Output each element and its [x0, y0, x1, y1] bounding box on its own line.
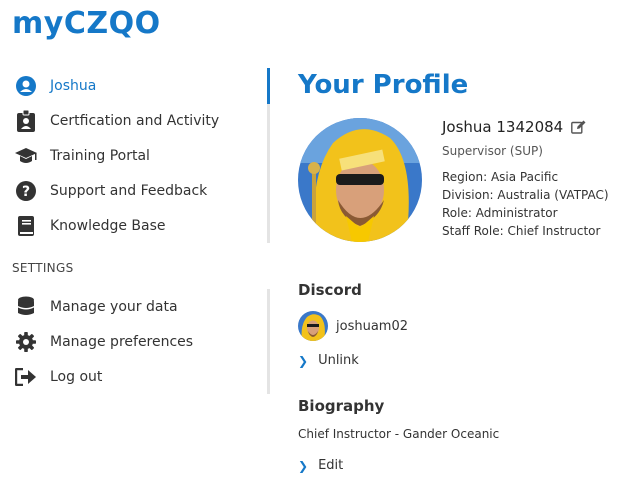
sidebar-item-manage-data[interactable]: Manage your data: [0, 289, 267, 324]
profile-division: Division: Australia (VATPAC): [442, 188, 609, 202]
sidebar-item-logout[interactable]: Log out: [0, 359, 267, 394]
active-indicator: [267, 68, 270, 104]
avatar: [298, 118, 422, 242]
svg-text:?: ?: [22, 184, 30, 200]
sidebar-item-label: Training Portal: [50, 147, 150, 164]
sidebar-item-label: Log out: [50, 368, 103, 385]
database-icon: [14, 295, 38, 319]
profile-main: Your Profile Joshua 1342084 Supervisor (…: [298, 70, 628, 473]
discord-account: joshuam02: [298, 311, 408, 341]
sign-out-icon: [14, 365, 38, 389]
biography-edit-label: Edit: [318, 458, 344, 473]
sidebar-item-label: Certfication and Activity: [50, 112, 220, 129]
edit-icon[interactable]: [571, 120, 586, 134]
sidebar-item-manage-preferences[interactable]: Manage preferences: [0, 324, 267, 359]
profile-name-line: Joshua 1342084: [442, 118, 609, 136]
cog-icon: [14, 330, 38, 354]
profile-role: Role: Administrator: [442, 206, 558, 220]
sidebar-settings-nav: Manage your data Manage preferences Log …: [0, 289, 270, 394]
sidebar-item-label: Knowledge Base: [50, 217, 166, 234]
profile-region: Region: Asia Pacific: [442, 170, 559, 184]
biography-heading: Biography: [298, 397, 385, 415]
graduation-cap-icon: [14, 144, 38, 168]
sidebar-item-training[interactable]: Training Portal: [0, 138, 267, 173]
sidebar-item-profile[interactable]: Joshua: [0, 68, 267, 103]
profile-staff-role: Staff Role: Chief Instructor: [442, 224, 601, 238]
discord-heading: Discord: [298, 281, 362, 299]
biography-edit-link[interactable]: ❯ Edit: [298, 458, 343, 473]
discord-unlink-link[interactable]: ❯ Unlink: [298, 353, 359, 368]
sidebar-item-label: Manage your data: [50, 298, 178, 315]
brand-logo[interactable]: myCZQO: [12, 6, 161, 41]
profile-name: Joshua 1342084: [442, 118, 564, 136]
user-circle-icon: [14, 74, 38, 98]
sidebar-item-label: Support and Feedback: [50, 182, 208, 199]
sidebar-item-label: Joshua: [50, 77, 97, 94]
question-circle-icon: ?: [14, 179, 38, 203]
settings-heading: SETTINGS: [12, 261, 74, 275]
id-badge-icon: [14, 109, 38, 133]
chevron-right-icon: ❯: [298, 458, 309, 473]
sidebar-item-certification[interactable]: Certfication and Activity: [0, 103, 267, 138]
book-icon: [14, 214, 38, 238]
page-title: Your Profile: [298, 70, 469, 100]
discord-unlink-label: Unlink: [318, 353, 359, 368]
biography-text: Chief Instructor - Gander Oceanic: [298, 427, 500, 441]
profile-info: Joshua 1342084 Supervisor (SUP) Region: …: [442, 118, 609, 238]
sidebar-main-nav: Joshua Certfication and Activity Trainin…: [0, 68, 270, 243]
sidebar: Joshua Certfication and Activity Trainin…: [0, 68, 270, 394]
chevron-right-icon: ❯: [298, 353, 309, 368]
sidebar-item-label: Manage preferences: [50, 333, 194, 350]
profile-rank: Supervisor (SUP): [442, 144, 543, 158]
discord-username: joshuam02: [336, 318, 408, 334]
discord-avatar: [298, 311, 328, 341]
sidebar-item-support[interactable]: ? Support and Feedback: [0, 173, 267, 208]
sidebar-item-knowledge-base[interactable]: Knowledge Base: [0, 208, 267, 243]
